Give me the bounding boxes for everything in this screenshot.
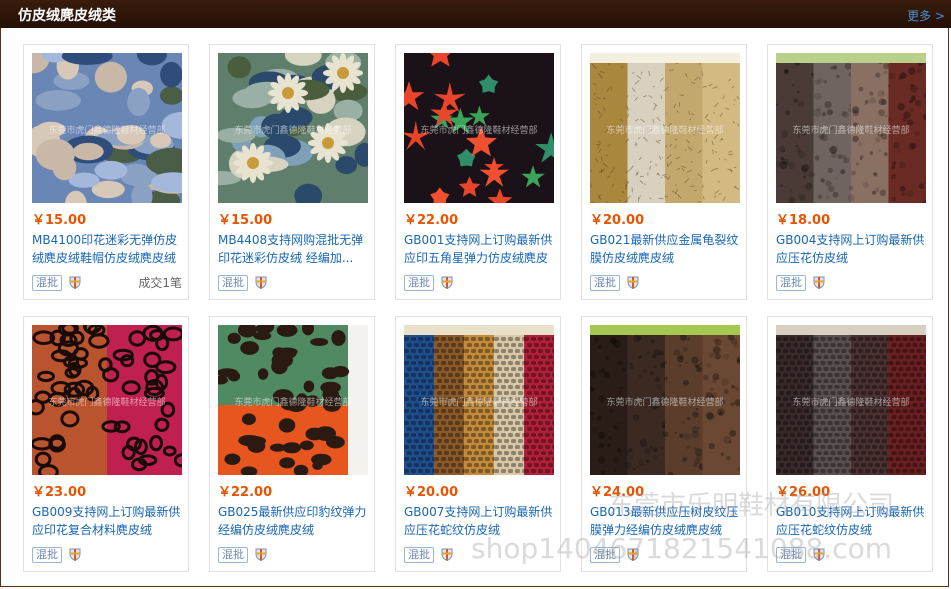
- mixed-batch-badge[interactable]: 混批: [776, 547, 806, 563]
- mixed-batch-badge[interactable]: 混批: [590, 275, 620, 291]
- product-name-link[interactable]: GB009支持网上订购最新供应印花复合材料麂皮绒: [32, 503, 184, 539]
- product-price: ￥22.00: [404, 213, 459, 228]
- product-image[interactable]: 东莞市虎门鑫德隆鞋材经营部: [776, 325, 926, 475]
- product-name-link[interactable]: GB001支持网上订购最新供应印五角星弹力仿皮绒麂皮: [404, 231, 556, 267]
- shield-icon[interactable]: [627, 276, 639, 289]
- image-watermark-text: 东莞市虎门鑫德隆鞋材经营部: [234, 124, 351, 136]
- product-card[interactable]: 东莞市虎门鑫德隆鞋材经营部 ￥20.00 GB021最新供应金属龟裂纹膜仿皮绒麂…: [581, 44, 747, 300]
- shield-icon[interactable]: [813, 276, 825, 289]
- product-card[interactable]: 东莞市虎门鑫德隆鞋材经营部 ￥26.00 GB010支持网上订购最新供应压花蛇纹…: [767, 316, 933, 572]
- product-card[interactable]: 东莞市虎门鑫德隆鞋材经营部 ￥22.00 GB025最新供应印豹纹弹力经编仿皮绒…: [209, 316, 375, 572]
- mixed-batch-badge[interactable]: 混批: [218, 547, 248, 563]
- product-image[interactable]: 东莞市虎门鑫德隆鞋材经营部: [404, 53, 554, 203]
- section-header: 仿皮绒麂皮绒类 更多 >: [0, 0, 951, 28]
- product-image[interactable]: 东莞市虎门鑫德隆鞋材经营部: [776, 53, 926, 203]
- shield-icon[interactable]: [441, 548, 453, 561]
- shield-icon[interactable]: [69, 276, 81, 289]
- product-card[interactable]: 东莞市虎门鑫德隆鞋材经营部 ￥22.00 GB001支持网上订购最新供应印五角星…: [395, 44, 561, 300]
- image-watermark-text: 东莞市虎门鑫德隆鞋材经营部: [48, 396, 165, 408]
- mixed-batch-badge[interactable]: 混批: [32, 547, 62, 563]
- product-price: ￥15.00: [32, 213, 87, 228]
- image-watermark-text: 东莞市虎门鑫德隆鞋材经营部: [234, 396, 351, 408]
- shield-icon[interactable]: [255, 548, 267, 561]
- product-name-link[interactable]: GB021最新供应金属龟裂纹膜仿皮绒麂皮绒: [590, 231, 742, 267]
- product-price: ￥22.00: [218, 485, 273, 500]
- shield-icon[interactable]: [627, 548, 639, 561]
- image-watermark-text: 东莞市虎门鑫德隆鞋材经营部: [606, 396, 723, 408]
- product-image[interactable]: 东莞市虎门鑫德隆鞋材经营部: [32, 53, 182, 203]
- product-image[interactable]: 东莞市虎门鑫德隆鞋材经营部: [590, 325, 740, 475]
- mixed-batch-badge[interactable]: 混批: [404, 275, 434, 291]
- product-price: ￥20.00: [404, 485, 459, 500]
- mixed-batch-badge[interactable]: 混批: [218, 275, 248, 291]
- image-watermark-text: 东莞市虎门鑫德隆鞋材经营部: [606, 124, 723, 136]
- product-card[interactable]: 东莞市虎门鑫德隆鞋材经营部 ￥23.00 GB009支持网上订购最新供应印花复合…: [23, 316, 189, 572]
- product-name-link[interactable]: GB025最新供应印豹纹弹力经编仿皮绒麂皮绒: [218, 503, 370, 539]
- mixed-batch-badge[interactable]: 混批: [590, 547, 620, 563]
- image-watermark-text: 东莞市虎门鑫德隆鞋材经营部: [420, 396, 537, 408]
- image-watermark-text: 东莞市虎门鑫德隆鞋材经营部: [420, 124, 537, 136]
- product-name-link[interactable]: GB010支持网上订购最新供应压花蛇纹仿皮绒: [776, 503, 928, 539]
- image-watermark-text: 东莞市虎门鑫德隆鞋材经营部: [48, 124, 165, 136]
- section-title: 仿皮绒麂皮绒类: [18, 8, 116, 24]
- product-name-link[interactable]: GB013最新供应压树皮纹压膜弹力经编仿皮绒麂皮绒: [590, 503, 742, 539]
- product-image[interactable]: 东莞市虎门鑫德隆鞋材经营部: [404, 325, 554, 475]
- product-card[interactable]: 东莞市虎门鑫德隆鞋材经营部 ￥18.00 GB004支持网上订购最新供应压花仿皮…: [767, 44, 933, 300]
- more-link[interactable]: 更多 >: [907, 7, 945, 24]
- product-image[interactable]: 东莞市虎门鑫德隆鞋材经营部: [590, 53, 740, 203]
- product-image[interactable]: 东莞市虎门鑫德隆鞋材经营部: [218, 53, 368, 203]
- image-watermark-text: 东莞市虎门鑫德隆鞋材经营部: [792, 396, 909, 408]
- mixed-batch-badge[interactable]: 混批: [404, 547, 434, 563]
- product-price: ￥24.00: [590, 485, 645, 500]
- product-name-link[interactable]: MB4100印花迷彩无弹仿皮绒麂皮绒鞋帽仿皮绒麂皮绒: [32, 231, 184, 267]
- mixed-batch-badge[interactable]: 混批: [32, 275, 62, 291]
- product-card[interactable]: 东莞市虎门鑫德隆鞋材经营部 ￥20.00 GB007支持网上订购最新供应压花蛇纹…: [395, 316, 561, 572]
- shield-icon[interactable]: [441, 276, 453, 289]
- product-card[interactable]: 东莞市虎门鑫德隆鞋材经营部 ￥15.00 MB4408支持网购混批无弹印花迷彩仿…: [209, 44, 375, 300]
- sold-count: 成交1笔: [138, 276, 182, 290]
- product-card[interactable]: 东莞市虎门鑫德隆鞋材经营部 ￥24.00 GB013最新供应压树皮纹压膜弹力经编…: [581, 316, 747, 572]
- shield-icon[interactable]: [255, 276, 267, 289]
- product-name-link[interactable]: MB4408支持网购混批无弹印花迷彩仿皮绒 经编加...: [218, 231, 370, 267]
- product-price: ￥18.00: [776, 213, 831, 228]
- product-name-link[interactable]: GB007支持网上订购最新供应压花蛇纹仿皮绒: [404, 503, 556, 539]
- product-price: ￥15.00: [218, 213, 273, 228]
- mixed-batch-badge[interactable]: 混批: [776, 275, 806, 291]
- image-watermark-text: 东莞市虎门鑫德隆鞋材经营部: [792, 124, 909, 136]
- product-price: ￥20.00: [590, 213, 645, 228]
- product-image[interactable]: 东莞市虎门鑫德隆鞋材经营部: [218, 325, 368, 475]
- product-price: ￥23.00: [32, 485, 87, 500]
- product-card[interactable]: 东莞市虎门鑫德隆鞋材经营部 ￥15.00 MB4100印花迷彩无弹仿皮绒麂皮绒鞋…: [23, 44, 189, 300]
- product-image[interactable]: 东莞市虎门鑫德隆鞋材经营部: [32, 325, 182, 475]
- product-name-link[interactable]: GB004支持网上订购最新供应压花仿皮绒: [776, 231, 928, 267]
- shield-icon[interactable]: [69, 548, 81, 561]
- shield-icon[interactable]: [813, 548, 825, 561]
- product-price: ￥26.00: [776, 485, 831, 500]
